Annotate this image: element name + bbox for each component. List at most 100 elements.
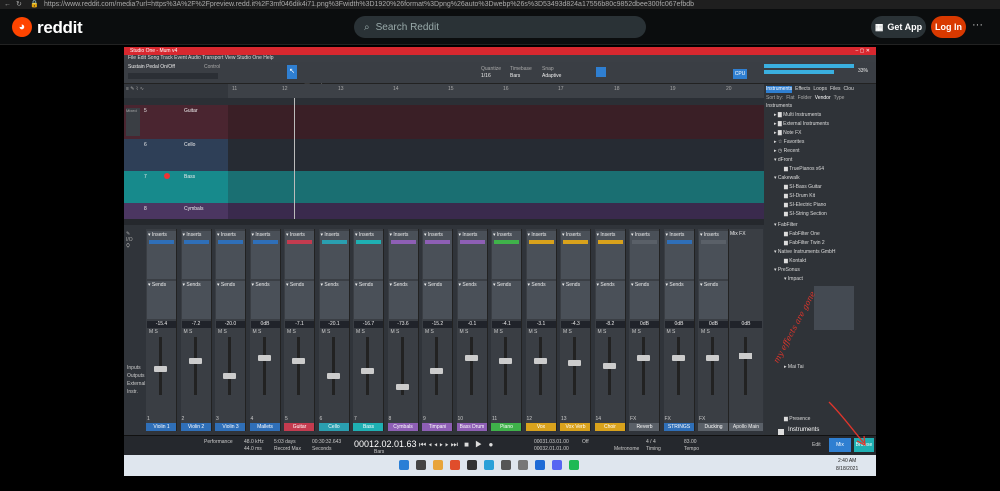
fader-cap[interactable]	[671, 355, 685, 362]
insert-slot[interactable]	[390, 240, 416, 244]
tab-effects[interactable]: Effects	[795, 86, 810, 93]
sync-value[interactable]: Off	[582, 439, 589, 445]
fader-cap[interactable]	[326, 373, 340, 380]
value-field[interactable]	[128, 73, 218, 79]
insert-slot[interactable]	[183, 240, 209, 244]
browser-item[interactable]: ▆ SI-Drum Kit	[784, 193, 815, 200]
inserts-panel[interactable]: ▾ Inserts	[354, 231, 383, 279]
app-icon[interactable]	[518, 460, 528, 470]
metronome-label[interactable]: Metronome	[614, 446, 639, 452]
insert-slot[interactable]	[528, 240, 554, 244]
insert-slot[interactable]	[632, 240, 657, 244]
inserts-panel[interactable]: ▾ Inserts	[147, 231, 176, 279]
tab-loops[interactable]: Loops	[813, 86, 827, 93]
channel-strip[interactable]: ▾ Inserts ▾ Sends 0dB M S 4 Mallets	[249, 229, 281, 431]
sends-panel[interactable]: ▾ Sends	[526, 281, 556, 319]
fader-cap[interactable]	[395, 383, 409, 390]
fader-cap[interactable]	[637, 355, 650, 362]
playhead[interactable]	[294, 98, 295, 219]
mute-solo-buttons[interactable]: M S	[563, 329, 572, 335]
sends-panel[interactable]: ▾ Sends	[319, 281, 349, 319]
inserts-panel[interactable]: ▾ Inserts	[423, 231, 452, 279]
inserts-panel[interactable]: ▾ Inserts	[526, 231, 556, 279]
channel-strip[interactable]: ▾ Inserts ▾ Sends -4.3 M S 13 Vox Verb	[560, 229, 591, 431]
insert-slot[interactable]	[563, 240, 588, 244]
fader-cap[interactable]	[602, 363, 616, 369]
insert-slot[interactable]	[149, 240, 174, 244]
outputs-label[interactable]: Outputs	[127, 373, 145, 379]
edit-button[interactable]: Edit	[812, 442, 821, 448]
arrow-tool-icon[interactable]: ↖	[287, 65, 297, 79]
fader-track[interactable]	[435, 337, 438, 395]
channel-strip[interactable]: ▾ Inserts ▾ Sends 0dB M S FX Reverb	[629, 229, 660, 431]
sends-panel[interactable]: ▾ Sends	[216, 281, 245, 319]
fader-track[interactable]	[193, 337, 197, 395]
sends-panel[interactable]: ▾ Sends	[250, 281, 280, 319]
browser-item[interactable]: ▸ ▇ Multi Instruments	[774, 112, 821, 119]
tab-instruments[interactable]: Instruments	[766, 86, 793, 93]
insert-slot[interactable]	[252, 240, 278, 244]
inputs-label[interactable]: Inputs	[127, 365, 141, 371]
instr-label[interactable]: Instr.	[127, 389, 138, 395]
mute-solo-buttons[interactable]: M S	[287, 329, 296, 335]
sends-panel[interactable]: ▾ Sends	[147, 281, 176, 319]
inserts-panel[interactable]: ▾ Inserts	[457, 231, 487, 279]
insert-slot[interactable]	[459, 240, 485, 244]
channel-strip[interactable]: ▾ Inserts ▾ Sends 0dB M S FX STRINGS	[663, 229, 695, 431]
fader-track[interactable]	[262, 337, 266, 395]
browser-item[interactable]: ▸ ◷ Recent	[774, 148, 800, 155]
browser-item[interactable]: ▆ FabFilter One	[784, 231, 820, 238]
mute-solo-buttons[interactable]: M S	[425, 329, 434, 335]
browser-item[interactable]: ▆ SI-Bass Guitar	[784, 184, 822, 191]
track-name[interactable]: Cello	[184, 142, 195, 148]
channel-volume[interactable]: -3.1	[526, 321, 556, 328]
inserts-panel[interactable]: ▾ Inserts	[664, 231, 694, 279]
track-name[interactable]: Guitar	[184, 108, 198, 114]
fader-track[interactable]	[331, 337, 335, 395]
browser-item[interactable]: ▸ ▇ External Instruments	[774, 121, 829, 128]
sends-panel[interactable]: ▾ Sends	[699, 281, 728, 319]
channel-volume[interactable]: -4.1	[492, 321, 521, 328]
window-controls-icon[interactable]: – ▢ ✕	[856, 47, 870, 55]
insert-slot[interactable]	[321, 240, 347, 244]
channel-volume[interactable]: -15.4	[147, 321, 176, 328]
channel-volume[interactable]: -16.7	[354, 321, 383, 328]
browser-item[interactable]: ▾ FabFilter	[774, 222, 798, 229]
fader-track[interactable]	[469, 337, 473, 395]
fader-cap[interactable]	[499, 357, 512, 364]
sort-flat[interactable]: Flat	[786, 95, 794, 101]
inserts-panel[interactable]: ▾ Inserts	[285, 231, 314, 279]
main-fader-track[interactable]	[744, 337, 747, 395]
sort-folder[interactable]: Folder	[798, 95, 812, 101]
start-icon[interactable]	[399, 460, 409, 470]
fader-track[interactable]	[538, 337, 542, 395]
url-text[interactable]: https://www.reddit.com/media?url=https%3…	[44, 0, 694, 9]
mute-solo-buttons[interactable]: M S	[184, 329, 193, 335]
mute-solo-buttons[interactable]: M S	[701, 329, 710, 335]
channel-volume[interactable]: 0dB	[664, 321, 694, 328]
transport-controls-icon[interactable]: ⏮◂◂▸▸⏭ ■ ▶ ●	[419, 440, 495, 450]
channel-volume[interactable]: -0.1	[457, 321, 487, 328]
telegram-icon[interactable]	[484, 460, 494, 470]
mute-solo-buttons[interactable]: M S	[253, 329, 262, 335]
sort-type[interactable]: Type	[834, 95, 845, 101]
inserts-panel[interactable]: ▾ Inserts	[699, 231, 728, 279]
sends-panel[interactable]: ▾ Sends	[561, 281, 590, 319]
discord-icon[interactable]	[552, 460, 562, 470]
channel-strip[interactable]: ▾ Inserts ▾ Sends -16.7 M S 7 Bass	[353, 229, 384, 431]
perf-label[interactable]: Performance	[204, 439, 233, 445]
mute-solo-buttons[interactable]: M S	[494, 329, 503, 335]
mixer-side-icons[interactable]: ✎ I/O ⛭	[126, 231, 146, 249]
more-options-icon[interactable]: ···	[972, 19, 983, 31]
fader-cap[interactable]	[257, 355, 271, 362]
file-explorer-icon[interactable]	[433, 460, 443, 470]
fader-track[interactable]	[366, 337, 369, 395]
channel-strip[interactable]: ▾ Inserts ▾ Sends -20.1 M S 6 Cello	[318, 229, 350, 431]
browser-item[interactable]: ▆ Kontakt	[784, 258, 806, 265]
sends-panel[interactable]: ▾ Sends	[457, 281, 487, 319]
channel-volume[interactable]: -20.1	[319, 321, 349, 328]
search-input[interactable]: ⌕ Search Reddit	[354, 16, 646, 38]
fader-cap[interactable]	[188, 357, 202, 364]
track-cello[interactable]: 6 Cello	[124, 139, 228, 171]
tab-cloud[interactable]: Clou	[844, 86, 854, 93]
